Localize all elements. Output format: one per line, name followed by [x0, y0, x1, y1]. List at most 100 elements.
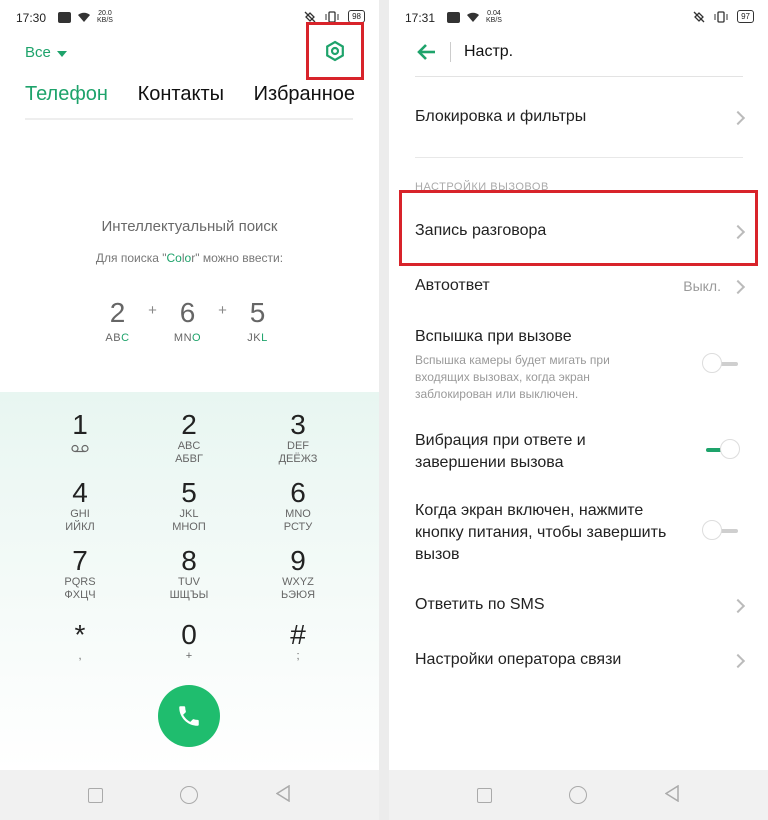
key-star[interactable]: * , — [30, 620, 130, 663]
key-digit: 4 — [72, 477, 88, 508]
header-divider — [415, 76, 743, 77]
tab-contacts[interactable]: Контакты — [138, 83, 224, 106]
plus-sign: + — [148, 302, 157, 319]
home-circle-icon[interactable] — [180, 786, 198, 804]
key-cyrillic: АБВГ — [175, 453, 203, 465]
voicemail-icon — [71, 444, 89, 453]
chevron-right-icon — [730, 110, 746, 126]
smart-search-title: Интеллектуальный поиск — [101, 218, 278, 235]
key-6[interactable]: 6 MNO РСТУ — [248, 478, 348, 534]
tabs-divider — [25, 118, 353, 120]
notification-icon — [447, 11, 460, 23]
key-0[interactable]: 0 + — [139, 620, 239, 663]
mute-icon — [304, 11, 316, 22]
key-4[interactable]: 4 GHI ИЙКЛ — [30, 478, 130, 534]
key-latin: GHI — [70, 508, 90, 520]
example-digit: 6 MNO — [165, 296, 210, 344]
chevron-right-icon — [730, 653, 746, 669]
filter-dropdown[interactable]: Все — [25, 44, 67, 61]
speed-unit: KB/S — [486, 17, 502, 24]
call-button[interactable] — [158, 685, 220, 747]
status-time: 17:31 — [405, 11, 436, 25]
key-hash[interactable]: # ; — [248, 620, 348, 663]
recents-square-icon[interactable] — [477, 788, 492, 803]
tab-favorites[interactable]: Избранное — [254, 83, 355, 106]
back-arrow-icon[interactable] — [417, 43, 437, 61]
recording-highlight — [399, 190, 758, 266]
key-digit: * — [74, 619, 86, 650]
vibration-toggle[interactable] — [702, 439, 742, 461]
key-latin: + — [185, 650, 193, 662]
example-letter-highlight: C — [121, 332, 130, 344]
key-digit: 5 — [181, 477, 197, 508]
key-latin: WXYZ — [282, 576, 314, 588]
key-latin: , — [78, 650, 82, 662]
dialer-tabs: Телефон Контакты Избранное — [25, 83, 355, 106]
speed-unit: KB/S — [97, 17, 113, 24]
key-latin: TUV — [178, 576, 200, 588]
key-latin: PQRS — [64, 576, 96, 588]
key-1[interactable]: 1 — [30, 410, 130, 458]
status-time: 17:30 — [16, 11, 47, 25]
key-cyrillic: ЬЭЮЯ — [280, 589, 316, 601]
key-7[interactable]: 7 PQRS ФХЦЧ — [30, 546, 130, 602]
example-digit: 2 ABC — [95, 296, 140, 344]
toggle-thumb — [702, 520, 722, 540]
tab-phone[interactable]: Телефон — [25, 83, 108, 106]
vibrate-icon — [714, 10, 728, 23]
mute-icon — [693, 11, 705, 22]
hint-highlight: Co — [166, 251, 182, 265]
key-latin: DEF — [287, 440, 309, 452]
key-digit: 2 — [181, 409, 197, 440]
hint-suffix: " можно ввести: — [195, 251, 284, 265]
page-title: Настр. — [464, 43, 514, 60]
autoanswer-row[interactable]: Автоответ Выкл. — [415, 277, 746, 295]
vibration-row: Вибрация при ответе и завершении вызова — [415, 430, 665, 474]
key-8[interactable]: 8 TUV ШЩЪЫ — [139, 546, 239, 602]
recents-square-icon[interactable] — [88, 788, 103, 803]
sms-reply-row[interactable]: Ответить по SMS — [415, 596, 746, 614]
key-cyrillic: ИЙКЛ — [65, 521, 95, 533]
autoanswer-value: Выкл. — [683, 278, 721, 294]
vibrate-icon — [325, 10, 339, 23]
home-circle-icon[interactable] — [569, 786, 587, 804]
blocking-filters-row[interactable]: Блокировка и фильтры — [415, 108, 746, 126]
key-digit: 9 — [290, 545, 306, 576]
example-number: 6 — [179, 297, 196, 328]
chevron-right-icon — [730, 598, 746, 614]
key-cyrillic: МНОП — [172, 521, 206, 533]
hint-prefix: Для поиска " — [95, 251, 167, 265]
toggle-thumb — [702, 353, 722, 373]
key-digit: 1 — [72, 409, 88, 440]
key-3[interactable]: 3 DEF ДЕЁЖЗ — [248, 410, 348, 466]
speed-value: 0.04 — [487, 10, 501, 17]
example-digit: 5 JKL — [235, 296, 280, 344]
example-letter-highlight: O — [192, 332, 202, 344]
dialer-screen: 17:30 20.0 KB/S 9 8 Все Телефон Контакты И… — [0, 0, 379, 820]
key-5[interactable]: 5 JKL МНОП — [139, 478, 239, 534]
divider — [415, 157, 743, 158]
row-label: Когда экран включен, нажмите кнопку пита… — [415, 502, 667, 563]
settings-highlight — [306, 22, 364, 80]
status-bar: 17:31 0.04 KB/S 97 — [405, 10, 754, 28]
back-triangle-icon[interactable] — [665, 785, 680, 802]
power-end-toggle[interactable] — [702, 520, 742, 542]
key-latin: MNO — [285, 508, 311, 520]
row-label: Блокировка и фильтры — [415, 108, 587, 125]
notification-icon — [58, 11, 71, 23]
key-latin: JKL — [179, 508, 199, 520]
key-9[interactable]: 9 WXYZ ЬЭЮЯ — [248, 546, 348, 602]
key-cyrillic: ШЩЪЫ — [169, 589, 209, 601]
settings-gear-icon[interactable] — [324, 40, 346, 62]
row-label: Настройки оператора связи — [415, 651, 622, 668]
flash-toggle[interactable] — [702, 353, 742, 375]
operator-settings-row[interactable]: Настройки оператора связи — [415, 651, 746, 669]
key-digit: 0 — [181, 619, 197, 650]
key-2[interactable]: 2 ABC АБВГ — [139, 410, 239, 466]
row-description: Вспышка камеры будет мигать при входящих… — [415, 353, 610, 401]
key-digit: 3 — [290, 409, 306, 440]
example-letters: MN — [173, 332, 193, 344]
settings-screen: 17:31 0.04 KB/S 97 Настр. Блокировка и фи… — [389, 0, 768, 820]
back-triangle-icon[interactable] — [276, 785, 291, 802]
battery-indicator: 97 — [737, 10, 754, 23]
